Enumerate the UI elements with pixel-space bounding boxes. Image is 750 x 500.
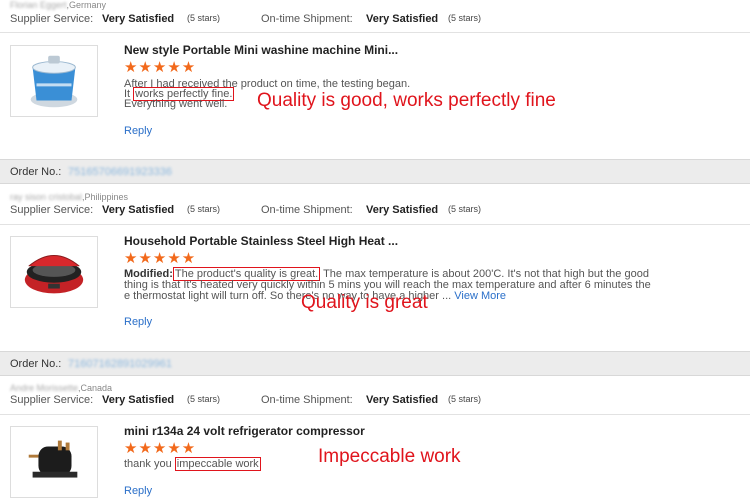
rating-row: Supplier Service: Very Satisfied (5 star… bbox=[0, 13, 750, 31]
product-thumbnail-heater[interactable] bbox=[10, 236, 98, 308]
divider bbox=[0, 414, 750, 415]
buyer-name: Florian Eggert bbox=[10, 0, 67, 10]
review-3-reply-link[interactable]: Reply bbox=[124, 485, 152, 497]
buyer-country: ,Germany bbox=[66, 0, 107, 10]
shipment-stars: (5 stars) bbox=[448, 394, 482, 404]
buyer-country: ,Canada bbox=[78, 383, 113, 393]
supplier-service-value: Very Satisfied bbox=[102, 13, 175, 25]
annotation-3: Impeccable work bbox=[318, 446, 461, 467]
buyer-country: ,Philippines bbox=[82, 192, 129, 202]
buyer-name: Andre Morissette bbox=[10, 383, 79, 393]
supplier-service-label: Supplier Service: bbox=[10, 204, 94, 216]
order-bar-2: Order No.: 75165706691923336 bbox=[0, 159, 750, 184]
shipment-value: Very Satisfied bbox=[366, 13, 439, 25]
review-3-stars: ★★★★★ bbox=[124, 440, 197, 457]
buyer-info-2: ray sison cristobal,Philippines bbox=[10, 192, 128, 202]
divider bbox=[0, 32, 750, 33]
supplier-service-label: Supplier Service: bbox=[10, 13, 94, 25]
rating-row-3: Supplier Service: Very Satisfied (5 star… bbox=[0, 394, 750, 412]
heater-image bbox=[24, 254, 84, 294]
annotation-1: Quality is good, works perfectly fine bbox=[257, 90, 556, 111]
supplier-service-stars: (5 stars) bbox=[187, 13, 221, 23]
review-1-stars: ★★★★★ bbox=[124, 59, 197, 76]
buyer-name: ray sison cristobal bbox=[10, 192, 83, 202]
review-2-stars: ★★★★★ bbox=[124, 250, 197, 267]
buyer-info-3: Andre Morissette,Canada bbox=[10, 383, 112, 393]
review-3-prefix: thank you bbox=[124, 458, 175, 470]
shipment-stars: (5 stars) bbox=[448, 13, 482, 23]
order-number[interactable]: 71607162891029961 bbox=[68, 358, 172, 370]
shipment-label: On-time Shipment: bbox=[261, 13, 353, 25]
review-2-product-title[interactable]: Household Portable Stainless Steel High … bbox=[124, 234, 398, 248]
supplier-service-value: Very Satisfied bbox=[102, 394, 175, 406]
review-3-line-1: thank you impeccable work bbox=[124, 457, 261, 471]
supplier-service-stars: (5 stars) bbox=[187, 394, 221, 404]
order-label: Order No.: bbox=[10, 166, 62, 178]
shipment-value: Very Satisfied bbox=[366, 394, 439, 406]
buyer-info: Florian Eggert,Germany bbox=[10, 0, 106, 10]
order-number[interactable]: 75165706691923336 bbox=[68, 166, 172, 178]
review-3-product-title[interactable]: mini r134a 24 volt refrigerator compress… bbox=[124, 424, 365, 438]
review-2-reply-link[interactable]: Reply bbox=[124, 316, 152, 328]
product-thumbnail-compressor[interactable] bbox=[10, 426, 98, 498]
review-1-product-title[interactable]: New style Portable Mini washine machine … bbox=[124, 43, 398, 57]
supplier-service-label: Supplier Service: bbox=[10, 394, 94, 406]
annotation-2: Quality is great bbox=[301, 292, 428, 313]
shipment-label: On-time Shipment: bbox=[261, 394, 353, 406]
compressor-image bbox=[28, 440, 78, 478]
product-thumbnail-washer[interactable] bbox=[10, 45, 98, 117]
supplier-service-value: Very Satisfied bbox=[102, 204, 175, 216]
washer-image bbox=[30, 55, 78, 108]
review-3-highlight: impeccable work bbox=[174, 457, 261, 471]
view-more-link[interactable]: View More bbox=[454, 290, 506, 302]
divider bbox=[0, 224, 750, 225]
supplier-service-stars: (5 stars) bbox=[187, 204, 221, 214]
order-bar-3: Order No.: 71607162891029961 bbox=[0, 351, 750, 376]
order-label: Order No.: bbox=[10, 358, 62, 370]
shipment-value: Very Satisfied bbox=[366, 204, 439, 216]
shipment-stars: (5 stars) bbox=[448, 204, 482, 214]
review-1-line-3: Everything went well. bbox=[124, 98, 228, 110]
review-1-reply-link[interactable]: Reply bbox=[124, 125, 152, 137]
rating-row-2: Supplier Service: Very Satisfied (5 star… bbox=[0, 204, 750, 222]
shipment-label: On-time Shipment: bbox=[261, 204, 353, 216]
